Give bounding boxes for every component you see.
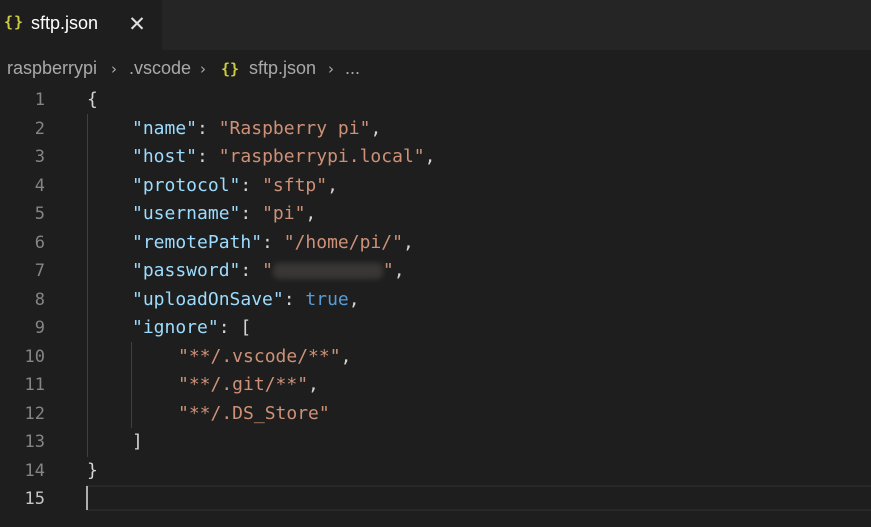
json-string: "raspberrypi.local"	[218, 146, 425, 167]
code-line: 1 {	[0, 86, 871, 115]
line-number: 15	[24, 489, 45, 509]
json-key: "username"	[132, 203, 241, 224]
comma: ,	[348, 288, 360, 310]
line-number: 13	[24, 432, 45, 452]
breadcrumb-file-sftp-json[interactable]: sftp.json	[249, 58, 316, 79]
comma: ,	[370, 117, 382, 139]
comma: ,	[393, 260, 405, 281]
code-line: 13 ]	[0, 428, 871, 457]
code-line: 10 "**/.vscode/**",	[0, 343, 871, 372]
chevron-right-icon: ›	[111, 60, 117, 78]
close-icon[interactable]: ✕	[125, 8, 149, 40]
code-editor[interactable]: 1 { 2 "name": "Raspberry pi", 3 "host": …	[0, 86, 871, 527]
quote-mark: "	[382, 260, 394, 281]
breadcrumb-more[interactable]: ...	[345, 58, 360, 79]
tab-sftp-json[interactable]: {} sftp.json ✕	[0, 0, 162, 50]
json-key: "remotePath"	[132, 231, 263, 253]
line-number: 14	[24, 460, 45, 481]
json-string: "**/.git/**"	[178, 374, 309, 395]
code-line: 7 "password": " ",	[0, 257, 871, 286]
tab-title: sftp.json	[31, 13, 99, 33]
code-line: 6 "remotePath": "/home/pi/",	[0, 229, 871, 258]
code-line: 11 "**/.git/**",	[0, 371, 871, 400]
bracket-open: [	[240, 317, 252, 338]
brace-close: }	[87, 459, 98, 481]
json-key: "password"	[132, 260, 241, 281]
line-number: 3	[34, 147, 45, 167]
comma: ,	[305, 203, 317, 224]
line-number: 10	[24, 346, 45, 367]
code-line: 14 }	[0, 457, 871, 486]
colon: :	[240, 174, 263, 196]
json-key: "ignore"	[132, 317, 219, 338]
code-line: 4 "protocol": "sftp",	[0, 172, 871, 201]
json-file-icon: {}	[4, 13, 25, 31]
breadcrumb-folder-vscode[interactable]: .vscode	[129, 58, 191, 79]
colon: :	[218, 317, 241, 338]
json-key: "name"	[132, 117, 198, 139]
json-file-icon: {}	[221, 60, 240, 78]
breadcrumb: raspberrypi › .vscode › {} sftp.json › .…	[0, 50, 871, 86]
redacted-password	[272, 263, 383, 279]
line-number: 9	[34, 318, 45, 338]
colon: :	[240, 260, 263, 281]
json-string: "**/.vscode/**"	[178, 345, 341, 367]
chevron-right-icon: ›	[328, 60, 334, 78]
code-line: 8 "uploadOnSave": true,	[0, 286, 871, 315]
colon: :	[240, 203, 263, 224]
breadcrumb-folder-raspberrypi[interactable]: raspberrypi	[7, 58, 97, 79]
json-string: "sftp"	[262, 174, 328, 196]
code-line: 9 "ignore": [	[0, 314, 871, 343]
json-string: "Raspberry pi"	[218, 117, 371, 139]
colon: :	[283, 288, 306, 310]
json-key: "host"	[132, 146, 198, 167]
comma: ,	[424, 146, 436, 167]
line-number: 5	[34, 204, 45, 224]
line-number: 2	[34, 118, 45, 139]
tab-bar: {} sftp.json ✕	[0, 0, 871, 50]
colon: :	[197, 117, 219, 139]
json-string: "pi"	[262, 203, 306, 224]
line-number: 12	[24, 403, 45, 424]
line-number: 8	[34, 289, 45, 310]
json-string: "/home/pi/"	[283, 231, 403, 253]
brace-open: {	[87, 89, 98, 110]
code-line-current: 15	[0, 485, 871, 514]
json-key: "protocol"	[132, 174, 241, 196]
colon: :	[197, 146, 219, 167]
colon: :	[262, 231, 284, 253]
line-number: 6	[34, 232, 45, 253]
code-line: 3 "host": "raspberrypi.local",	[0, 143, 871, 172]
comma: ,	[308, 374, 319, 395]
line-number: 1	[34, 90, 45, 110]
comma: ,	[340, 345, 352, 367]
code-line: 5 "username": "pi",	[0, 200, 871, 229]
code-line: 2 "name": "Raspberry pi",	[0, 115, 871, 144]
chevron-right-icon: ›	[200, 60, 206, 78]
line-number: 7	[34, 261, 45, 281]
bracket-close: ]	[132, 431, 143, 452]
quote-mark: "	[262, 260, 273, 281]
code-line: 12 "**/.DS_Store"	[0, 400, 871, 429]
line-number: 4	[34, 175, 45, 196]
comma: ,	[402, 231, 414, 253]
json-string: "**/.DS_Store"	[178, 402, 330, 424]
json-boolean: true	[305, 288, 349, 310]
json-key: "uploadOnSave"	[132, 288, 284, 310]
line-number: 11	[24, 375, 45, 395]
comma: ,	[327, 174, 338, 196]
